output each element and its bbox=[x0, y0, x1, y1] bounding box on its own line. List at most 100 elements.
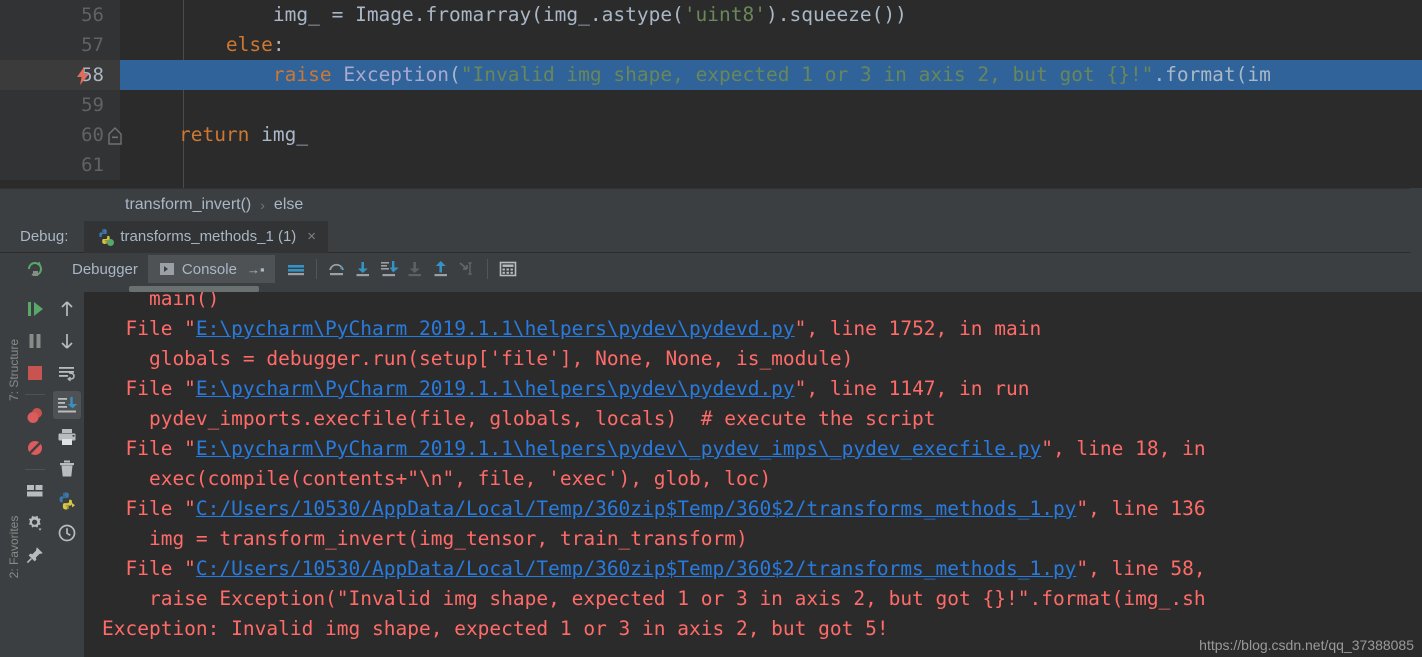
console-line: File "E:\pycharm\PyCharm 2019.1.1\helper… bbox=[84, 374, 1422, 404]
console-text: main() bbox=[102, 292, 220, 310]
tab-console[interactable]: Console →▪ bbox=[147, 255, 275, 283]
editor-line[interactable]: 61 bbox=[0, 150, 1422, 180]
close-icon[interactable]: × bbox=[307, 228, 316, 245]
console-text: ", line 18, in bbox=[1041, 437, 1206, 460]
pause-program-icon[interactable] bbox=[21, 327, 49, 355]
debug-tool-window-header: Debug: transforms_methods_1 (1) × bbox=[0, 220, 1422, 253]
console-text: exec(compile(contents+"\n", file, 'exec'… bbox=[102, 467, 772, 490]
console-text: File " bbox=[102, 377, 196, 400]
breadcrumb-item-else[interactable]: else bbox=[274, 196, 303, 214]
file-link[interactable]: E:\pycharm\PyCharm 2019.1.1\helpers\pyde… bbox=[196, 377, 795, 400]
exception-breakpoint-icon[interactable] bbox=[68, 60, 98, 90]
toolbar-separator bbox=[315, 259, 317, 279]
console-text: globals = debugger.run(setup['file'], No… bbox=[102, 347, 854, 370]
view-breakpoints-icon[interactable] bbox=[21, 402, 49, 430]
left-tool-strip: 7: Structure 2: Favorites bbox=[0, 285, 21, 657]
file-link[interactable]: E:\pycharm\PyCharm 2019.1.1\helpers\pyde… bbox=[196, 317, 795, 340]
breadcrumb[interactable]: transform_invert() › else bbox=[0, 188, 1422, 221]
print-icon[interactable] bbox=[53, 423, 81, 451]
tab-console-label: Console bbox=[181, 260, 237, 278]
rail-separator bbox=[25, 394, 45, 395]
down-the-stack-icon[interactable] bbox=[53, 327, 81, 355]
resume-program-icon[interactable] bbox=[21, 295, 49, 323]
mute-breakpoints-icon[interactable] bbox=[21, 434, 49, 462]
tab-debugger[interactable]: Debugger bbox=[62, 255, 148, 283]
console-output-panel[interactable]: main() File "E:\pycharm\PyCharm 2019.1.1… bbox=[84, 285, 1422, 657]
up-the-stack-icon[interactable] bbox=[53, 295, 81, 323]
console-text: Exception: Invalid img shape, expected 1… bbox=[102, 617, 889, 640]
console-text: pydev_imports.execfile(file, globals, lo… bbox=[102, 407, 936, 430]
scroll-to-end-icon[interactable] bbox=[53, 391, 81, 419]
rail-separator-2 bbox=[25, 469, 45, 470]
force-step-into-icon bbox=[402, 256, 428, 282]
step-out-icon[interactable] bbox=[428, 256, 454, 282]
step-into-icon[interactable] bbox=[350, 256, 376, 282]
editor-line[interactable]: 59 bbox=[0, 90, 1422, 120]
editor-line-text: img_ = Image.fromarray(img_.astype('uint… bbox=[272, 3, 907, 26]
console-line: main() bbox=[84, 292, 1422, 314]
editor-line-text bbox=[120, 90, 1422, 120]
file-link[interactable]: C:/Users/10530/AppData/Local/Temp/360zip… bbox=[196, 557, 1077, 580]
debug-toolbar: Debugger Console →▪ bbox=[0, 253, 1422, 285]
python-console-icon[interactable] bbox=[53, 487, 81, 515]
file-link[interactable]: E:\pycharm\PyCharm 2019.1.1\helpers\pyde… bbox=[196, 437, 1041, 460]
console-text: raise Exception("Invalid img shape, expe… bbox=[102, 587, 1206, 610]
run-to-cursor-icon bbox=[454, 256, 480, 282]
step-into-my-code-icon[interactable] bbox=[376, 256, 402, 282]
editor-line[interactable]: 56 img_ = Image.fromarray(img_.astype('u… bbox=[0, 0, 1422, 30]
line-number: 61 bbox=[0, 150, 120, 180]
toolbar-separator-2 bbox=[486, 259, 488, 279]
console-text: ", line 1147, in run bbox=[794, 377, 1030, 400]
tab-debugger-label: Debugger bbox=[72, 260, 138, 278]
evaluate-expression-icon[interactable] bbox=[495, 256, 521, 282]
console-icon bbox=[158, 260, 176, 278]
editor-line[interactable]: 58 raise Exception("Invalid img shape, e… bbox=[0, 60, 1422, 90]
console-line: raise Exception("Invalid img shape, expe… bbox=[84, 584, 1422, 614]
editor-line-text: raise Exception("Invalid img shape, expe… bbox=[120, 60, 1422, 90]
debug-session-tab[interactable]: transforms_methods_1 (1) × bbox=[84, 220, 329, 253]
right-tool-strip bbox=[1410, 188, 1422, 285]
console-line: globals = debugger.run(setup['file'], No… bbox=[84, 344, 1422, 374]
code-editor[interactable]: 56 img_ = Image.fromarray(img_.astype('u… bbox=[0, 0, 1422, 188]
console-line: exec(compile(contents+"\n", file, 'exec'… bbox=[84, 464, 1422, 494]
console-text: File " bbox=[102, 317, 196, 340]
console-line: File "C:/Users/10530/AppData/Local/Temp/… bbox=[84, 554, 1422, 584]
console-text: ", line 58, bbox=[1076, 557, 1206, 580]
console-text: File " bbox=[102, 557, 196, 580]
console-line: pydev_imports.execfile(file, globals, lo… bbox=[84, 404, 1422, 434]
debug-label: Debug: bbox=[20, 228, 69, 245]
stop-program-icon[interactable] bbox=[21, 359, 49, 387]
editor-line[interactable]: 60 return img_ bbox=[0, 120, 1422, 150]
settings-gear-icon[interactable] bbox=[21, 509, 49, 537]
tool-label-favorites[interactable]: 2: Favorites bbox=[7, 507, 21, 587]
console-pin-icon[interactable]: →▪ bbox=[247, 262, 265, 277]
editor-rows: 56 img_ = Image.fromarray(img_.astype('u… bbox=[0, 0, 1422, 180]
breadcrumb-item-function[interactable]: transform_invert() bbox=[125, 196, 251, 214]
console-line: File "C:/Users/10530/AppData/Local/Temp/… bbox=[84, 494, 1422, 524]
use-soft-wraps-icon[interactable] bbox=[53, 359, 81, 387]
debug-actions-rail bbox=[20, 285, 50, 657]
restore-layout-icon[interactable] bbox=[21, 477, 49, 505]
console-text: ", line 136 bbox=[1076, 497, 1206, 520]
rerun-icon[interactable] bbox=[22, 256, 48, 282]
horizontal-scrollbar[interactable] bbox=[84, 285, 1422, 292]
show-execution-point-icon[interactable] bbox=[283, 256, 309, 282]
file-link[interactable]: C:/Users/10530/AppData/Local/Temp/360zip… bbox=[196, 497, 1077, 520]
tool-label-structure[interactable]: 7: Structure bbox=[7, 330, 21, 410]
console-line: img = transform_invert(img_tensor, train… bbox=[84, 524, 1422, 554]
pin-tab-icon[interactable] bbox=[21, 541, 49, 569]
console-text: ", line 1752, in main bbox=[794, 317, 1042, 340]
line-number: 59 bbox=[0, 90, 120, 120]
editor-line[interactable]: 57 else: bbox=[0, 30, 1422, 60]
line-number: 57 bbox=[0, 30, 120, 60]
line-number: 58 bbox=[0, 60, 120, 90]
line-number: 56 bbox=[0, 0, 120, 30]
command-history-icon[interactable] bbox=[53, 519, 81, 547]
console-text: img = transform_invert(img_tensor, train… bbox=[102, 527, 748, 550]
editor-line-text: return img_ bbox=[178, 123, 309, 146]
line-number: 60 bbox=[0, 120, 120, 150]
step-over-icon[interactable] bbox=[324, 256, 350, 282]
console-lines: main() File "E:\pycharm\PyCharm 2019.1.1… bbox=[84, 292, 1422, 657]
debug-session-tab-label: transforms_methods_1 (1) bbox=[120, 228, 297, 245]
clear-all-icon[interactable] bbox=[53, 455, 81, 483]
